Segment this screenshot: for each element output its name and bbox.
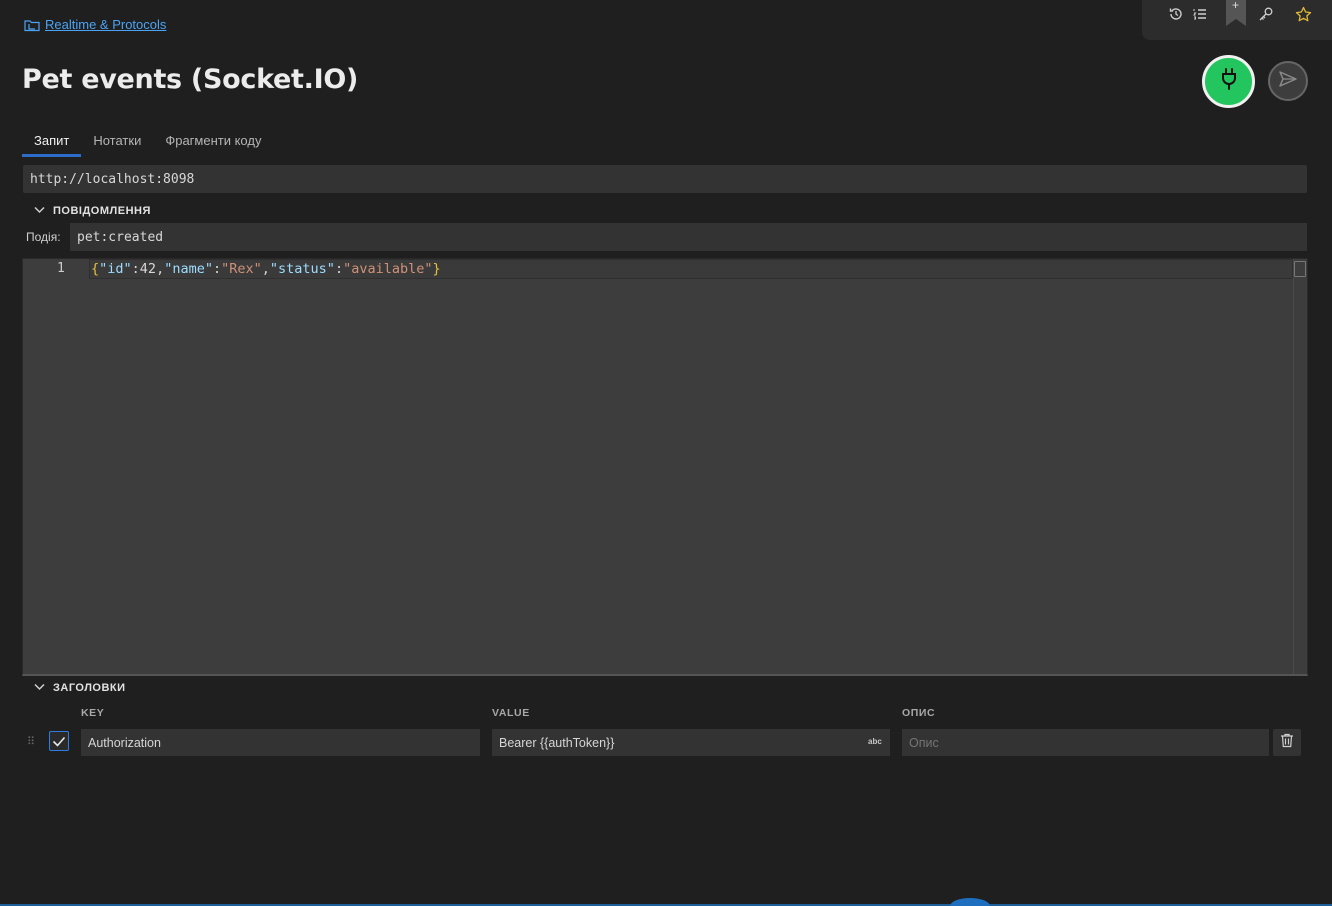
folder-link-icon	[24, 18, 40, 32]
message-section-toggle[interactable]: ПОВІДОМЛЕННЯ	[34, 205, 151, 217]
history-icon[interactable]	[1168, 6, 1186, 24]
code-line[interactable]: {"id":42,"name":"Rex","status":"availabl…	[91, 261, 441, 277]
tab-code-snippets[interactable]: Фрагменти коду	[153, 127, 273, 157]
send-icon	[1278, 69, 1298, 94]
editor-gutter	[23, 259, 89, 674]
code-colon: :	[131, 261, 140, 277]
breadcrumb-link[interactable]: Realtime & Protocols	[45, 17, 166, 32]
chevron-down-icon	[34, 205, 45, 217]
code-number: 42	[139, 261, 157, 277]
bookmark-plus: +	[1232, 0, 1240, 12]
header-enabled-checkbox[interactable]	[49, 731, 69, 751]
url-input[interactable]	[23, 165, 1307, 193]
event-label: Подія:	[26, 230, 61, 244]
code-string: "Rex"	[221, 261, 262, 277]
headers-section-toggle[interactable]: ЗАГОЛОВКИ	[34, 682, 126, 694]
header-row: ⠿ abc	[0, 729, 1332, 756]
send-button[interactable]	[1268, 61, 1308, 101]
plug-icon	[1219, 67, 1239, 96]
star-icon[interactable]	[1295, 6, 1313, 24]
chevron-down-icon	[34, 682, 45, 694]
message-editor[interactable]: 1 {"id":42,"name":"Rex","status":"availa…	[22, 258, 1308, 676]
header-key-input[interactable]	[81, 729, 480, 756]
header-description-input[interactable]	[902, 729, 1269, 756]
value-type-badge[interactable]: abc	[868, 737, 882, 746]
event-input[interactable]	[70, 223, 1307, 251]
editor-scrollbar[interactable]	[1293, 259, 1307, 674]
request-tabs: Запит Нотатки Фрагменти коду	[22, 127, 273, 157]
status-indicator	[950, 898, 990, 906]
event-row: Подія:	[23, 223, 1307, 251]
drag-handle-icon[interactable]: ⠿	[27, 735, 35, 748]
header-value-input[interactable]	[492, 729, 890, 756]
code-string: "available"	[343, 261, 433, 277]
code-colon: :	[334, 261, 344, 277]
key-icon[interactable]	[1258, 6, 1276, 24]
list-icon[interactable]	[1192, 6, 1210, 24]
code-colon: :	[212, 261, 222, 277]
delete-header-button[interactable]	[1273, 729, 1301, 756]
code-brace: }	[432, 261, 441, 277]
code-punctuation: ,	[156, 261, 165, 277]
message-section-label: ПОВІДОМЛЕННЯ	[53, 205, 151, 217]
breadcrumb[interactable]: Realtime & Protocols	[24, 17, 166, 32]
trash-icon	[1280, 733, 1294, 753]
column-header-value: VALUE	[492, 707, 530, 719]
column-header-key: KEY	[81, 707, 105, 719]
line-number: 1	[57, 261, 65, 276]
tab-request[interactable]: Запит	[22, 127, 82, 157]
column-header-description: ОПИС	[902, 707, 936, 719]
code-key: "id"	[99, 261, 132, 277]
tab-notes[interactable]: Нотатки	[81, 127, 153, 157]
scroll-thumb[interactable]	[1294, 261, 1306, 277]
code-punctuation: ,	[261, 261, 270, 277]
connect-button[interactable]	[1202, 55, 1255, 108]
request-toolbar: +	[1142, 0, 1332, 40]
code-key: "name"	[164, 261, 213, 277]
bookmark-icon[interactable]: +	[1226, 0, 1246, 26]
code-brace: {	[91, 261, 100, 277]
page-title: Pet events (Socket.IO)	[22, 64, 359, 95]
code-key: "status"	[269, 261, 335, 277]
headers-section-label: ЗАГОЛОВКИ	[53, 682, 126, 694]
